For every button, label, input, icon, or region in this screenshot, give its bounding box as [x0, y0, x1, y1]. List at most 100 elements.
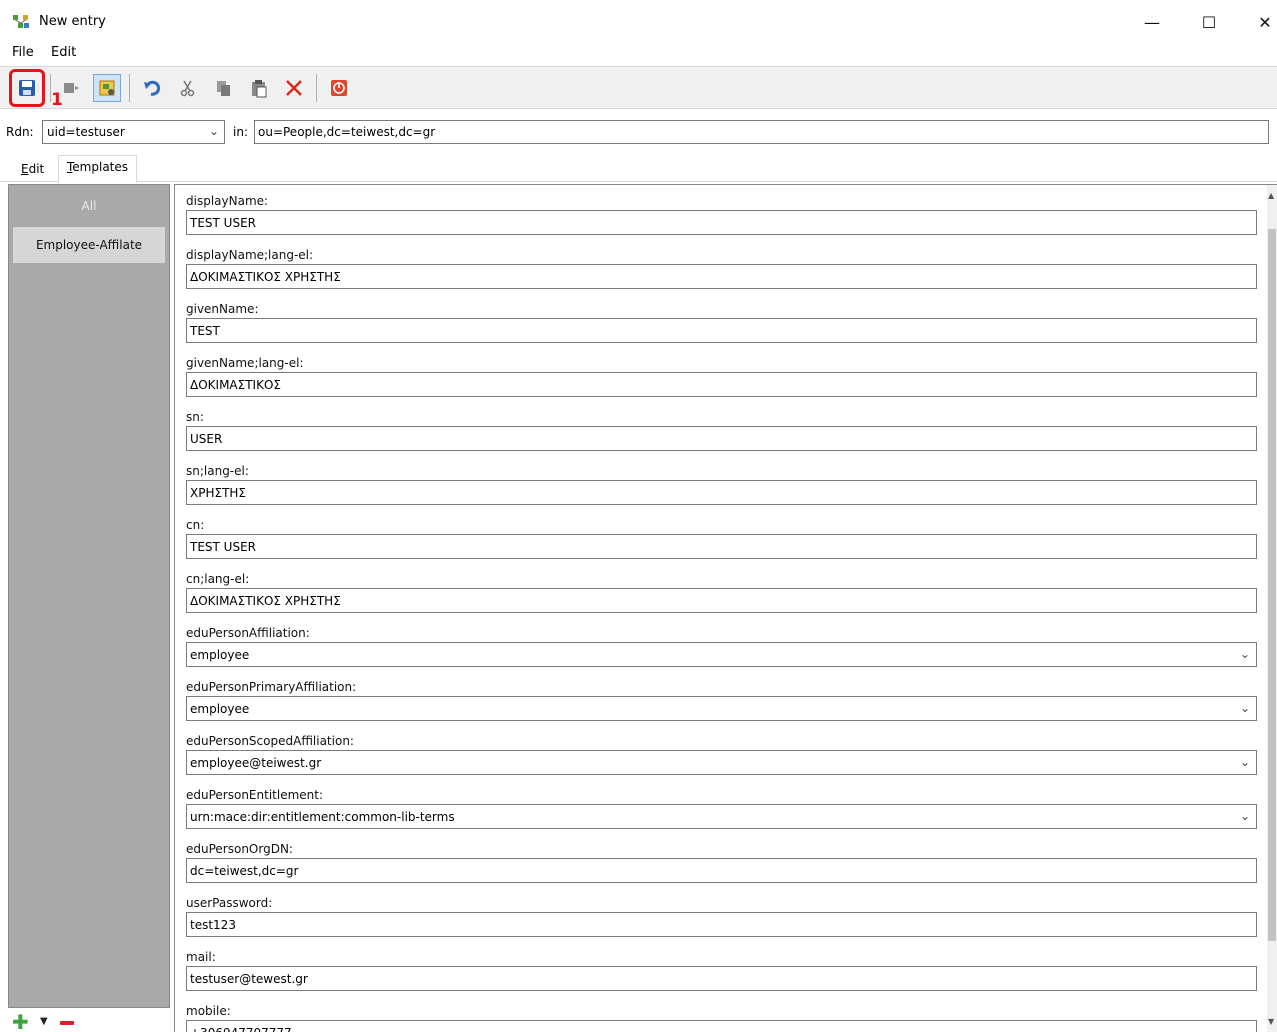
vertical-scrollbar[interactable]: ▲ ▼	[1267, 185, 1277, 1032]
field-value: testuser@tewest.gr	[190, 972, 308, 986]
tab-edit[interactable]: Edit	[13, 158, 52, 182]
template-item-employee-affilate[interactable]: Employee-Affilate	[13, 227, 165, 263]
annotation-number: 1	[51, 90, 63, 110]
chevron-down-icon[interactable]: ⌄	[1240, 647, 1250, 661]
field-label: eduPersonScopedAffiliation:	[186, 734, 354, 748]
field-label: displayName;lang-el:	[186, 248, 314, 262]
minimize-icon: —	[1144, 12, 1160, 32]
scroll-down-icon[interactable]: ▼	[1268, 1017, 1274, 1026]
field-value: test123	[190, 918, 236, 932]
save-button-highlight	[9, 69, 45, 107]
field-input[interactable]: test123	[186, 912, 1257, 937]
field-value: ΔΟΚΙΜΑΣΤΙΚΟΣ ΧΡΗΣΤΗΣ	[190, 594, 341, 608]
remove-icon[interactable]	[60, 1021, 74, 1025]
cut-button[interactable]	[174, 74, 202, 102]
field-input[interactable]: TEST USER	[186, 210, 1257, 235]
field-value: ΧΡΗΣΤΗΣ	[190, 486, 246, 500]
field-label: sn:	[186, 410, 204, 424]
undo-button[interactable]	[138, 74, 166, 102]
field-input[interactable]: +306947707777	[186, 1020, 1257, 1032]
field-input[interactable]: ΔΟΚΙΜΑΣΤΙΚΟΣ ΧΡΗΣΤΗΣ	[186, 264, 1257, 289]
field-value: urn:mace:dir:entitlement:common-lib-term…	[190, 810, 455, 824]
field-dropdown[interactable]: employee ⌄	[186, 642, 1257, 667]
chevron-down-icon: ⌄	[208, 124, 219, 138]
field-input[interactable]: TEST USER	[186, 534, 1257, 559]
field-label: eduPersonEntitlement:	[186, 788, 324, 802]
scrollbar-thumb[interactable]	[1268, 229, 1276, 941]
stop-button[interactable]	[325, 74, 353, 102]
field-dropdown[interactable]: urn:mace:dir:entitlement:common-lib-term…	[186, 804, 1257, 829]
field-value: ΔΟΚΙΜΑΣΤΙΚΟΣ ΧΡΗΣΤΗΣ	[190, 270, 341, 284]
attribute-panel: displayName: TEST USER displayName;lang-el…	[174, 184, 1277, 1032]
template-item-all[interactable]: All	[13, 188, 165, 224]
add-icon[interactable]: ✚	[12, 1012, 29, 1032]
field-label: cn;lang-el:	[186, 572, 250, 586]
field-label: cn:	[186, 518, 205, 532]
in-label: in:	[233, 125, 248, 139]
field-label: mail:	[186, 950, 216, 964]
field-input[interactable]: ΔΟΚΙΜΑΣΤΙΚΟΣ	[186, 372, 1257, 397]
maximize-button[interactable]: ☐	[1189, 8, 1229, 36]
maximize-icon: ☐	[1201, 12, 1217, 32]
field-input[interactable]: USER	[186, 426, 1257, 451]
parent-dn-field[interactable]: ou=People,dc=teiwest,dc=gr	[254, 120, 1269, 144]
rdn-combobox[interactable]: uid=testuser ⌄	[42, 120, 225, 144]
delete-icon	[286, 80, 302, 96]
field-value: dc=teiwest,dc=gr	[190, 864, 299, 878]
menu-file[interactable]: File	[12, 45, 34, 60]
toolbar	[0, 66, 1277, 109]
field-value: ΔΟΚΙΜΑΣΤΙΚΟΣ	[190, 378, 281, 392]
rdn-value: uid=testuser	[47, 125, 125, 139]
field-value: USER	[190, 432, 223, 446]
field-label: sn;lang-el:	[186, 464, 249, 478]
chevron-down-icon[interactable]: ⌄	[1240, 701, 1250, 715]
menu-edit[interactable]: Edit	[51, 45, 76, 60]
chevron-down-icon[interactable]: ⌄	[1240, 755, 1250, 769]
delete-button[interactable]	[280, 74, 308, 102]
field-value: TEST	[190, 324, 220, 338]
template-list: All Employee-Affilate	[8, 184, 170, 1008]
field-label: eduPersonOrgDN:	[186, 842, 293, 856]
close-button[interactable]: ✕	[1245, 8, 1277, 36]
field-value: employee	[190, 648, 250, 662]
field-label: givenName:	[186, 302, 259, 316]
field-input[interactable]: dc=teiwest,dc=gr	[186, 858, 1257, 883]
field-input[interactable]: ΔΟΚΙΜΑΣΤΙΚΟΣ ΧΡΗΣΤΗΣ	[186, 588, 1257, 613]
template-list-controls: ✚ ▼	[12, 1012, 82, 1032]
field-input[interactable]: testuser@tewest.gr	[186, 966, 1257, 991]
tab-templates[interactable]: Templates	[58, 155, 138, 183]
field-label: userPassword:	[186, 896, 273, 910]
field-value: TEST USER	[190, 216, 256, 230]
field-value: +306947707777	[190, 1026, 292, 1032]
scroll-up-icon[interactable]: ▲	[1268, 191, 1274, 200]
template-button[interactable]	[93, 74, 121, 102]
field-value: employee@teiwest.gr	[190, 756, 322, 770]
copy-icon	[217, 81, 230, 96]
caret-down-icon[interactable]: ▼	[40, 1016, 48, 1027]
field-input[interactable]: TEST	[186, 318, 1257, 343]
field-label: eduPersonPrimaryAffiliation:	[186, 680, 357, 694]
parent-dn-value: ou=People,dc=teiwest,dc=gr	[258, 125, 436, 139]
minimize-button[interactable]: —	[1132, 8, 1172, 36]
chevron-down-icon[interactable]: ⌄	[1240, 809, 1250, 823]
field-label: mobile:	[186, 1004, 231, 1018]
template-icon	[99, 80, 115, 96]
field-dropdown[interactable]: employee@teiwest.gr ⌄	[186, 750, 1257, 775]
field-value: employee	[190, 702, 250, 716]
copy-button[interactable]	[210, 74, 238, 102]
field-dropdown[interactable]: employee ⌄	[186, 696, 1257, 721]
app-icon	[13, 15, 29, 28]
forward-entry-icon	[64, 83, 79, 93]
field-label: displayName:	[186, 194, 269, 208]
field-value: TEST USER	[190, 540, 256, 554]
field-label: givenName;lang-el:	[186, 356, 304, 370]
close-icon: ✕	[1258, 12, 1272, 32]
toolbar-separator	[316, 74, 317, 102]
toolbar-separator	[129, 74, 130, 102]
window-title: New entry	[39, 14, 106, 29]
paste-button[interactable]	[245, 74, 273, 102]
field-input[interactable]: ΧΡΗΣΤΗΣ	[186, 480, 1257, 505]
stop-icon	[331, 80, 347, 96]
undo-icon	[144, 80, 161, 96]
cut-icon	[180, 80, 195, 97]
